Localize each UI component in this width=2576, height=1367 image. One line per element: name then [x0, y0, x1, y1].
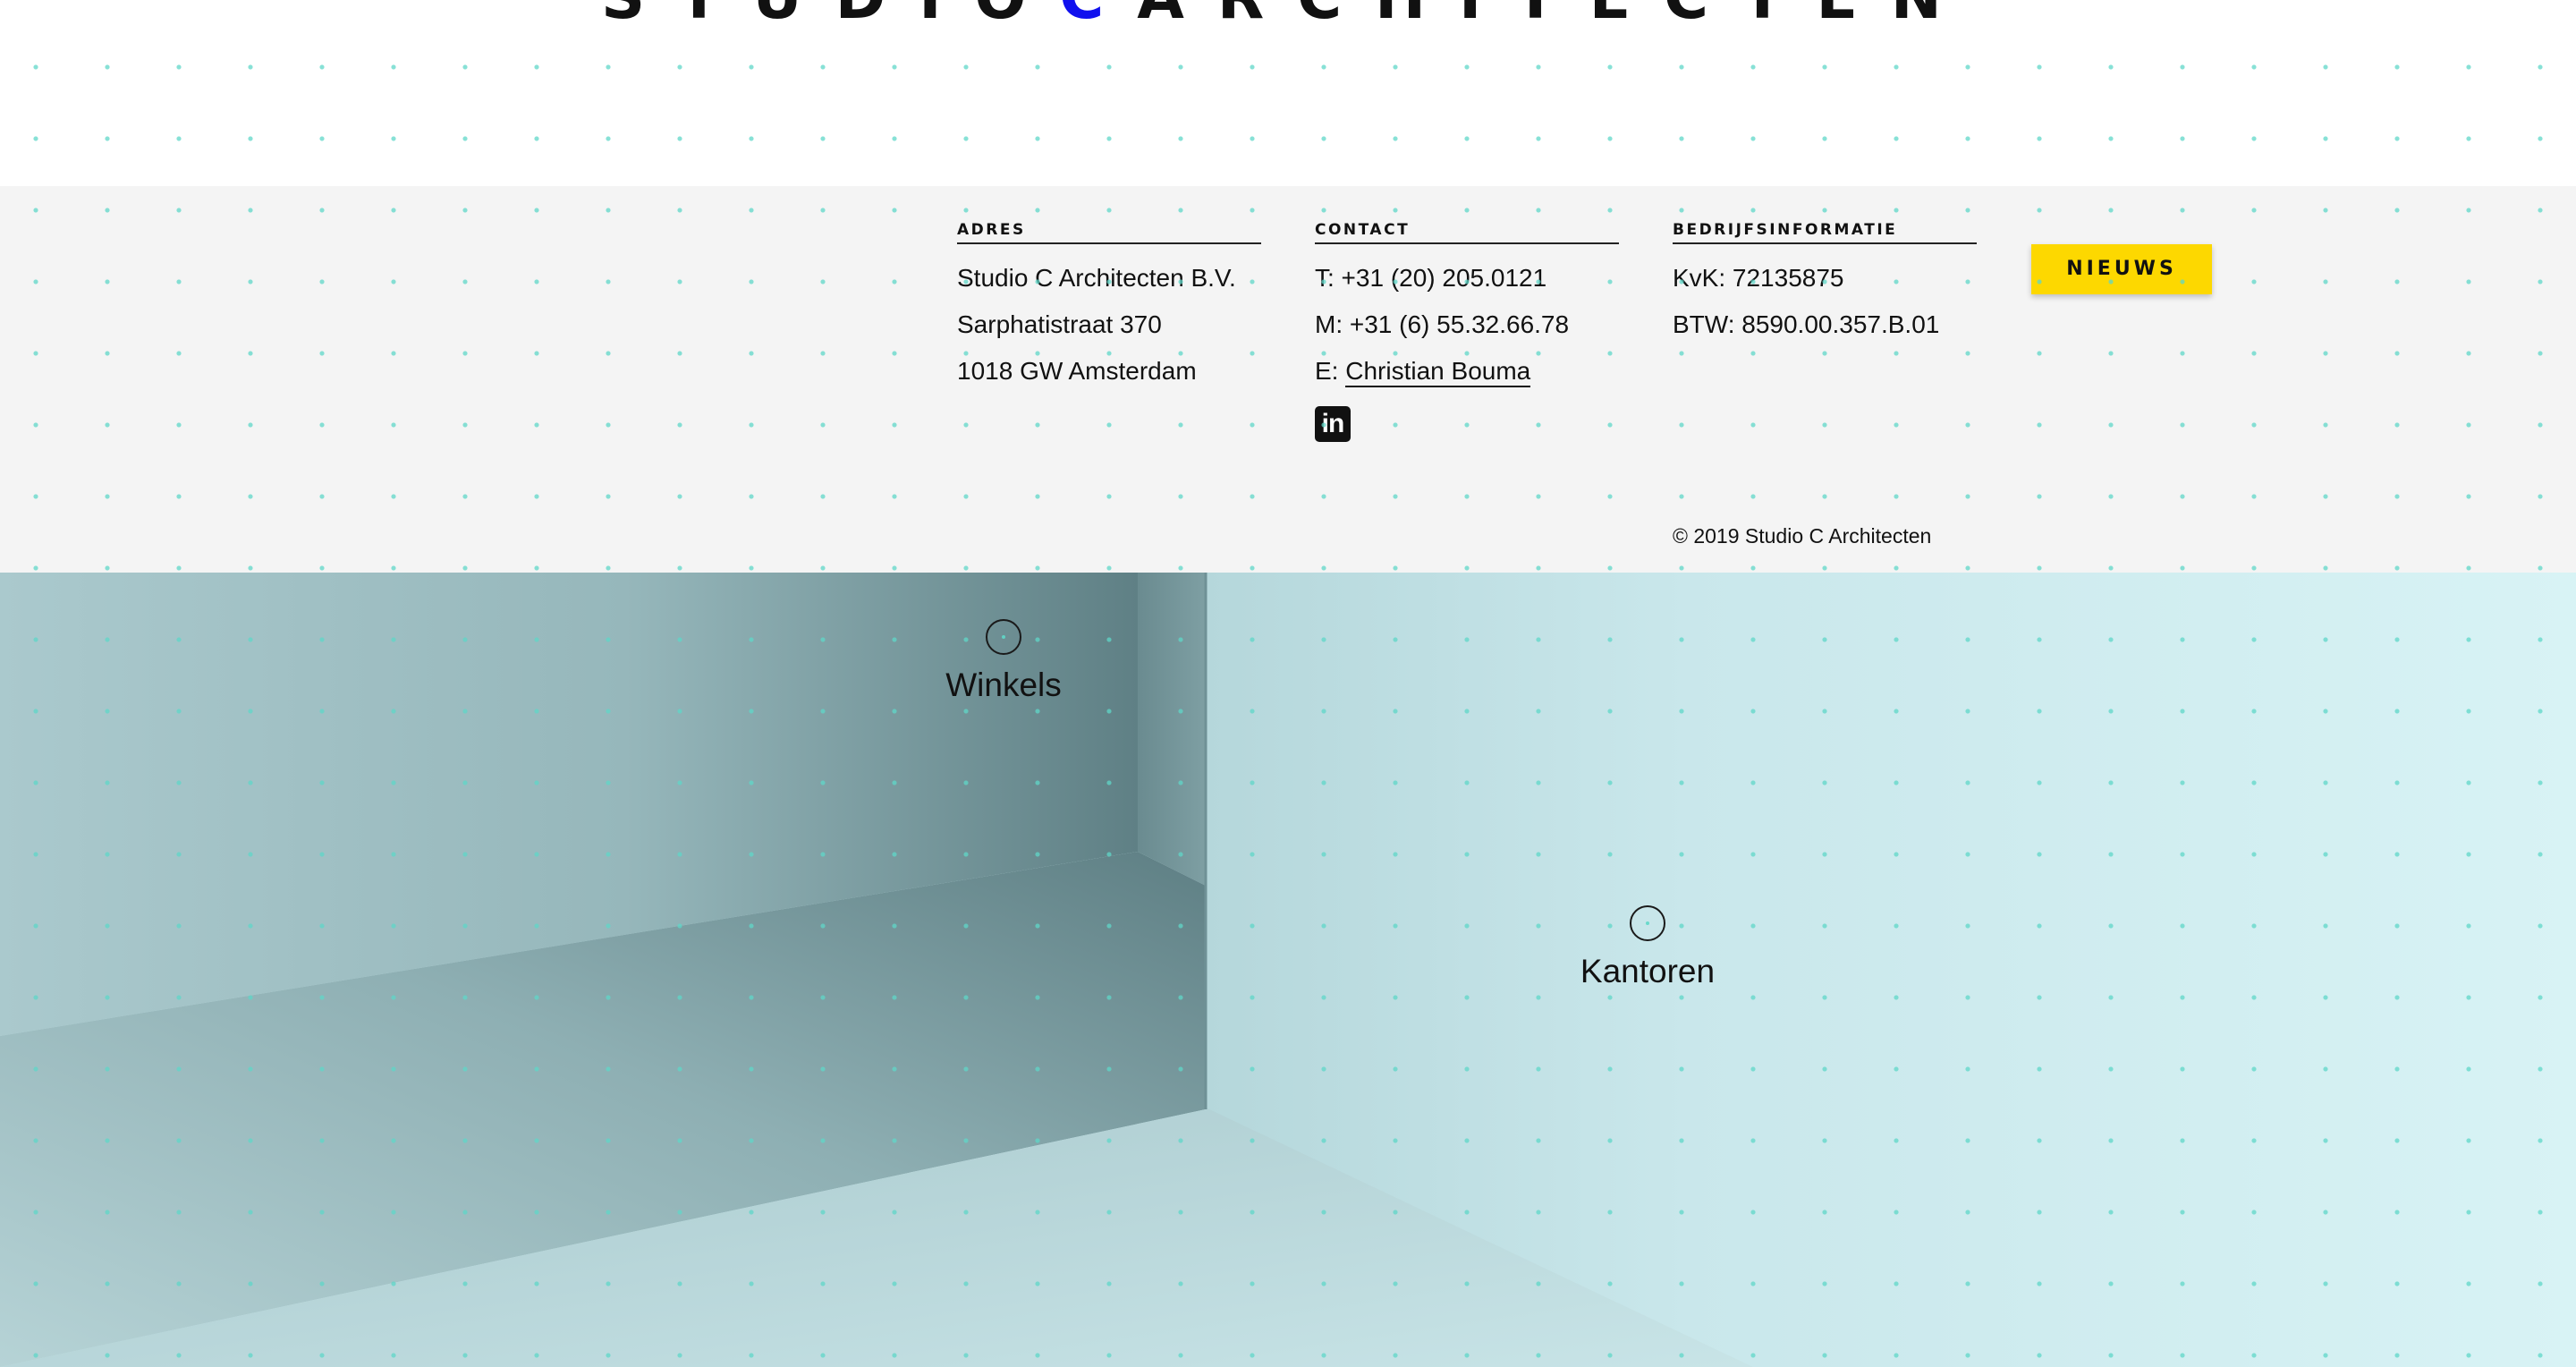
mobile-number[interactable]: M: +31 (6) 55.32.66.78	[1315, 301, 1619, 348]
news-button[interactable]: NIEUWS	[2031, 244, 2212, 294]
copyright-text: © 2019 Studio C Architecten	[1673, 524, 1932, 548]
contact-heading: CONTACT	[1315, 219, 1619, 244]
address-column: ADRES Studio C Architecten B.V. Sarphati…	[957, 219, 1261, 395]
hotspot-circle-icon[interactable]	[986, 619, 1021, 655]
email-line: E: Christian Bouma	[1315, 348, 1619, 395]
company-info-heading: BEDRIJFSINFORMATIE	[1673, 219, 1977, 244]
room-illustration	[0, 573, 2576, 1367]
room-hero: Winkels Kantoren	[0, 573, 2576, 1367]
btw-number: BTW: 8590.00.357.B.01	[1673, 310, 1940, 338]
hotspot-kantoren[interactable]: Kantoren	[1540, 905, 1755, 991]
footer-info: ADRES Studio C Architecten B.V. Sarphati…	[0, 186, 2576, 573]
email-link[interactable]: Christian Bouma	[1345, 357, 1531, 387]
logo-word-architecten: ARCHITECTEN	[1137, 0, 1975, 33]
phone-number[interactable]: T: +31 (20) 205.0121	[1315, 255, 1619, 301]
kvk-number: KvK: 72135875	[1673, 264, 1844, 292]
hotspot-label[interactable]: Kantoren	[1540, 952, 1755, 991]
email-prefix: E:	[1315, 357, 1339, 385]
inner-wall	[1138, 573, 1206, 886]
site-header: STUDIOCARCHITECTEN	[0, 0, 2576, 186]
postal-city: 1018 GW Amsterdam	[957, 357, 1197, 385]
site-logo[interactable]: STUDIOCARCHITECTEN	[0, 0, 2576, 34]
logo-word-studio: STUDIO	[601, 0, 1059, 33]
hotspot-circle-icon[interactable]	[1630, 905, 1665, 941]
company-info-column: BEDRIJFSINFORMATIE KvK: 72135875 BTW: 85…	[1673, 219, 1977, 348]
street-address: Sarphatistraat 370	[957, 310, 1162, 338]
company-name: Studio C Architecten B.V.	[957, 264, 1236, 292]
contact-column: CONTACT T: +31 (20) 205.0121 M: +31 (6) …	[1315, 219, 1619, 395]
linkedin-icon[interactable]: in	[1315, 406, 1351, 442]
address-heading: ADRES	[957, 219, 1261, 244]
logo-accent-letter: C	[1059, 0, 1137, 33]
hotspot-label[interactable]: Winkels	[896, 666, 1111, 705]
hotspot-winkels[interactable]: Winkels	[896, 619, 1111, 705]
